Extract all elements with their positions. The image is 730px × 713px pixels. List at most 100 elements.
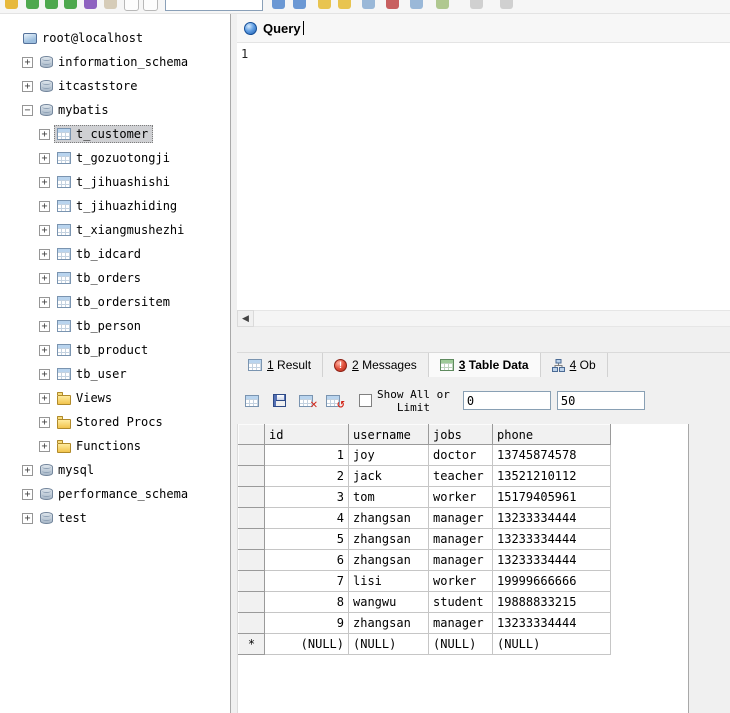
expand-plus-icon[interactable]: + [39, 272, 50, 284]
tree-item-tb-user[interactable]: + tb_user [0, 362, 230, 386]
cell-phone[interactable]: 13745874578 [492, 444, 611, 466]
tree-item-tb-person[interactable]: + tb_person [0, 314, 230, 338]
row-selector[interactable] [238, 507, 265, 529]
tree-item-test[interactable]: + test [0, 506, 230, 530]
tree-item-tb-ordersitem[interactable]: + tb_ordersitem [0, 290, 230, 314]
expand-plus-icon[interactable]: + [22, 512, 33, 524]
tree-item-performance-schema[interactable]: + performance_schema [0, 482, 230, 506]
toolbar-button-fragment[interactable] [84, 0, 97, 9]
limit-offset-input[interactable] [462, 391, 551, 410]
cell-phone[interactable]: 19999666666 [492, 570, 611, 592]
row-selector[interactable] [238, 528, 265, 550]
col-header-id[interactable]: id [264, 424, 349, 445]
cell-username[interactable]: jack [348, 465, 429, 487]
cell-id[interactable]: 8 [264, 591, 349, 613]
tree-item-mybatis[interactable]: − mybatis [0, 98, 230, 122]
cell-id[interactable]: 7 [264, 570, 349, 592]
cell-id[interactable]: (NULL) [264, 633, 349, 655]
cell-phone[interactable]: 13233334444 [492, 612, 611, 634]
row-selector[interactable] [238, 612, 265, 634]
expand-plus-icon[interactable]: + [39, 344, 50, 356]
expand-plus-icon[interactable]: + [22, 488, 33, 500]
expand-plus-icon[interactable]: + [39, 176, 50, 188]
cell-id[interactable]: 4 [264, 507, 349, 529]
cell-phone[interactable]: 13521210112 [492, 465, 611, 487]
tab-messages[interactable]: 2 Messages [323, 353, 429, 377]
expand-plus-icon[interactable]: + [39, 416, 50, 428]
row-selector[interactable] [238, 591, 265, 613]
expand-plus-icon[interactable]: + [39, 248, 50, 260]
toolbar-button-fragment[interactable] [26, 0, 39, 9]
revert-changes-button[interactable]: ↺ [321, 390, 345, 412]
cell-jobs[interactable]: manager [428, 528, 493, 550]
cell-phone[interactable]: 13233334444 [492, 549, 611, 571]
tree-item-mysql[interactable]: + mysql [0, 458, 230, 482]
cell-id[interactable]: 6 [264, 549, 349, 571]
limit-count-input[interactable] [556, 391, 645, 410]
expand-plus-icon[interactable]: + [22, 56, 33, 68]
expand-plus-icon[interactable]: + [22, 80, 33, 92]
cell-username[interactable]: zhangsan [348, 549, 429, 571]
expand-plus-icon[interactable]: + [39, 224, 50, 236]
cell-username[interactable]: zhangsan [348, 507, 429, 529]
tree-item-t-gozuotongji[interactable]: + t_gozuotongji [0, 146, 230, 170]
tree-item-information-schema[interactable]: + information_schema [0, 50, 230, 74]
cell-id[interactable]: 9 [264, 612, 349, 634]
tab-result[interactable]: 1 Result [237, 353, 324, 377]
cell-username[interactable]: wangwu [348, 591, 429, 613]
expand-plus-icon[interactable]: + [22, 464, 33, 476]
tree-item-tb-orders[interactable]: + tb_orders [0, 266, 230, 290]
toolbar-button-fragment[interactable] [410, 0, 423, 9]
cell-phone[interactable]: 15179405961 [492, 486, 611, 508]
col-header-username[interactable]: username [348, 424, 429, 445]
cell-username[interactable]: zhangsan [348, 612, 429, 634]
toolbar-button-fragment[interactable] [124, 0, 139, 11]
toolbar-button-fragment[interactable] [272, 0, 285, 9]
tree-item-root-localhost[interactable]: root@localhost [0, 26, 230, 50]
scrollbar-track[interactable] [254, 310, 730, 327]
cell-jobs[interactable]: manager [428, 507, 493, 529]
tree-item-tb-idcard[interactable]: + tb_idcard [0, 242, 230, 266]
cell-username[interactable]: tom [348, 486, 429, 508]
expand-plus-icon[interactable]: + [39, 320, 50, 332]
cell-jobs[interactable]: teacher [428, 465, 493, 487]
tab-table-data[interactable]: 3 Table Data [428, 353, 541, 377]
scroll-left-icon[interactable]: ◀ [237, 310, 254, 327]
cell-jobs[interactable]: worker [428, 570, 493, 592]
expand-plus-icon[interactable]: + [39, 368, 50, 380]
row-selector[interactable] [238, 570, 265, 592]
cell-phone[interactable]: 13233334444 [492, 528, 611, 550]
toolbar-button-fragment[interactable] [45, 0, 58, 9]
row-selector[interactable] [238, 549, 265, 571]
row-selector[interactable]: * [238, 633, 265, 655]
tree-item-tb-product[interactable]: + tb_product [0, 338, 230, 362]
cell-jobs[interactable]: (NULL) [428, 633, 493, 655]
expand-plus-icon[interactable]: + [39, 440, 50, 452]
toolbar-button-fragment[interactable] [143, 0, 158, 11]
expand-plus-icon[interactable]: + [39, 392, 50, 404]
expand-plus-icon[interactable]: + [39, 152, 50, 164]
tab-objects[interactable]: 4 Ob [541, 353, 608, 377]
cell-phone[interactable]: 13233334444 [492, 507, 611, 529]
editor-horizontal-scrollbar[interactable]: ◀ [237, 310, 730, 327]
expand-plus-icon[interactable]: + [39, 128, 50, 140]
tree-item-itcaststore[interactable]: + itcaststore [0, 74, 230, 98]
cell-phone[interactable]: 19888833215 [492, 591, 611, 613]
cell-phone[interactable]: (NULL) [492, 633, 611, 655]
toolbar-button-fragment[interactable] [64, 0, 77, 9]
cell-jobs[interactable]: manager [428, 549, 493, 571]
cell-username[interactable]: lisi [348, 570, 429, 592]
tree-item-stored-procs[interactable]: + Stored Procs [0, 410, 230, 434]
delete-row-button[interactable]: ✕ [294, 390, 318, 412]
expand-plus-icon[interactable]: + [39, 296, 50, 308]
row-selector[interactable] [238, 465, 265, 487]
database-combobox[interactable] [165, 0, 263, 11]
cell-username[interactable]: joy [348, 444, 429, 466]
cell-username[interactable]: (NULL) [348, 633, 429, 655]
tree-item-t-jihuashishi[interactable]: + t_jihuashishi [0, 170, 230, 194]
cell-jobs[interactable]: student [428, 591, 493, 613]
col-header-phone[interactable]: phone [492, 424, 611, 445]
toolbar-button-fragment[interactable] [318, 0, 331, 9]
cell-id[interactable]: 5 [264, 528, 349, 550]
row-selector[interactable] [238, 486, 265, 508]
